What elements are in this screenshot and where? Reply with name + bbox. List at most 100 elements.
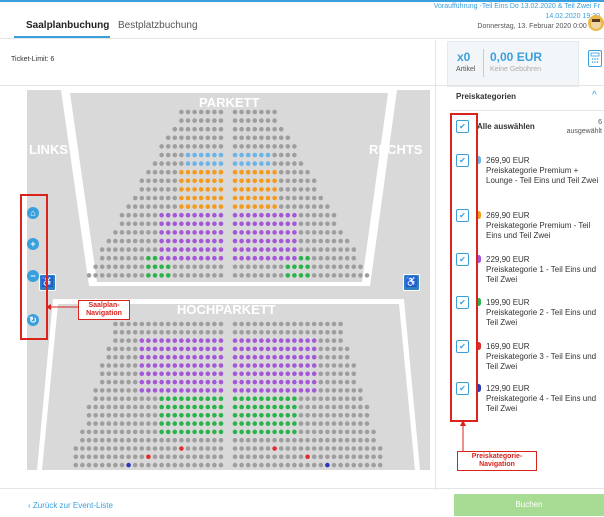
- seat[interactable]: [298, 187, 304, 192]
- seat[interactable]: [232, 371, 238, 377]
- seat[interactable]: [152, 238, 158, 244]
- calculator-icon[interactable]: [588, 50, 602, 67]
- seat[interactable]: [305, 212, 310, 218]
- seat[interactable]: [331, 388, 337, 393]
- seat[interactable]: [198, 230, 204, 235]
- seat[interactable]: [259, 338, 264, 343]
- seat[interactable]: [272, 195, 277, 201]
- seat[interactable]: [259, 204, 264, 209]
- seat[interactable]: [245, 413, 251, 418]
- seat[interactable]: [232, 454, 238, 460]
- seat[interactable]: [205, 330, 211, 335]
- seat[interactable]: [146, 330, 151, 335]
- seat[interactable]: [99, 446, 105, 451]
- seat[interactable]: [132, 354, 138, 360]
- seat[interactable]: [245, 371, 251, 377]
- seat[interactable]: [245, 187, 251, 192]
- seat[interactable]: [272, 273, 277, 278]
- seat[interactable]: [305, 354, 310, 360]
- seat[interactable]: [311, 421, 317, 426]
- seat[interactable]: [358, 454, 363, 460]
- seat[interactable]: [285, 379, 291, 385]
- seat[interactable]: [159, 264, 164, 270]
- seat[interactable]: [159, 255, 164, 261]
- seat[interactable]: [192, 126, 197, 132]
- seat[interactable]: [292, 204, 297, 209]
- seat[interactable]: [218, 221, 224, 227]
- seat[interactable]: [272, 152, 277, 158]
- seat[interactable]: [172, 437, 178, 443]
- seat[interactable]: [232, 396, 238, 402]
- seat[interactable]: [239, 273, 244, 278]
- seat[interactable]: [179, 221, 184, 227]
- seat[interactable]: [165, 144, 171, 149]
- seat[interactable]: [298, 264, 304, 270]
- seat[interactable]: [298, 169, 304, 175]
- seat[interactable]: [218, 126, 224, 132]
- seat[interactable]: [278, 255, 284, 261]
- seat[interactable]: [338, 429, 343, 435]
- seat[interactable]: [305, 255, 310, 261]
- seat[interactable]: [152, 273, 158, 278]
- seat[interactable]: [252, 396, 258, 402]
- seat[interactable]: [232, 354, 238, 360]
- seat[interactable]: [159, 454, 164, 460]
- seat[interactable]: [344, 371, 350, 377]
- seat[interactable]: [212, 126, 217, 132]
- seat[interactable]: [331, 396, 337, 402]
- seat[interactable]: [192, 169, 197, 175]
- seat[interactable]: [252, 371, 258, 377]
- seat[interactable]: [311, 264, 317, 270]
- seat[interactable]: [172, 371, 178, 377]
- seat[interactable]: [311, 354, 317, 360]
- seat[interactable]: [298, 255, 304, 261]
- seat[interactable]: [192, 363, 197, 368]
- seat[interactable]: [179, 118, 184, 123]
- seat[interactable]: [285, 330, 291, 335]
- seat[interactable]: [344, 404, 350, 410]
- seat[interactable]: [165, 195, 171, 201]
- seat[interactable]: [152, 321, 158, 327]
- seat[interactable]: [325, 321, 330, 327]
- seat[interactable]: [99, 404, 105, 410]
- seat[interactable]: [198, 454, 204, 460]
- seat[interactable]: [86, 462, 92, 468]
- seat[interactable]: [325, 413, 330, 418]
- seat[interactable]: [259, 446, 264, 451]
- seat[interactable]: [139, 204, 145, 209]
- seat[interactable]: [245, 404, 251, 410]
- seat[interactable]: [311, 363, 317, 368]
- seat[interactable]: [212, 169, 217, 175]
- seat[interactable]: [239, 454, 244, 460]
- seat[interactable]: [165, 221, 171, 227]
- seat[interactable]: [152, 204, 158, 209]
- seat[interactable]: [119, 454, 125, 460]
- seat[interactable]: [172, 413, 178, 418]
- seat[interactable]: [305, 178, 310, 184]
- seat[interactable]: [172, 363, 178, 368]
- seat[interactable]: [132, 396, 138, 402]
- seat[interactable]: [218, 354, 224, 360]
- seat[interactable]: [218, 273, 224, 278]
- seat[interactable]: [132, 338, 138, 343]
- seat[interactable]: [152, 404, 158, 410]
- seat[interactable]: [139, 273, 145, 278]
- seat[interactable]: [192, 118, 197, 123]
- seat[interactable]: [252, 273, 258, 278]
- seat[interactable]: [298, 396, 304, 402]
- seat[interactable]: [292, 187, 297, 192]
- seat[interactable]: [126, 346, 131, 352]
- seat[interactable]: [232, 413, 238, 418]
- seat[interactable]: [311, 404, 317, 410]
- seat[interactable]: [265, 212, 271, 218]
- seat[interactable]: [285, 221, 291, 227]
- seat[interactable]: [272, 413, 277, 418]
- seat[interactable]: [179, 204, 184, 209]
- seat[interactable]: [132, 462, 138, 468]
- seat[interactable]: [358, 388, 363, 393]
- seat[interactable]: [159, 421, 164, 426]
- seat[interactable]: [325, 437, 330, 443]
- seat[interactable]: [239, 338, 244, 343]
- seat[interactable]: [292, 169, 297, 175]
- seat[interactable]: [338, 255, 343, 261]
